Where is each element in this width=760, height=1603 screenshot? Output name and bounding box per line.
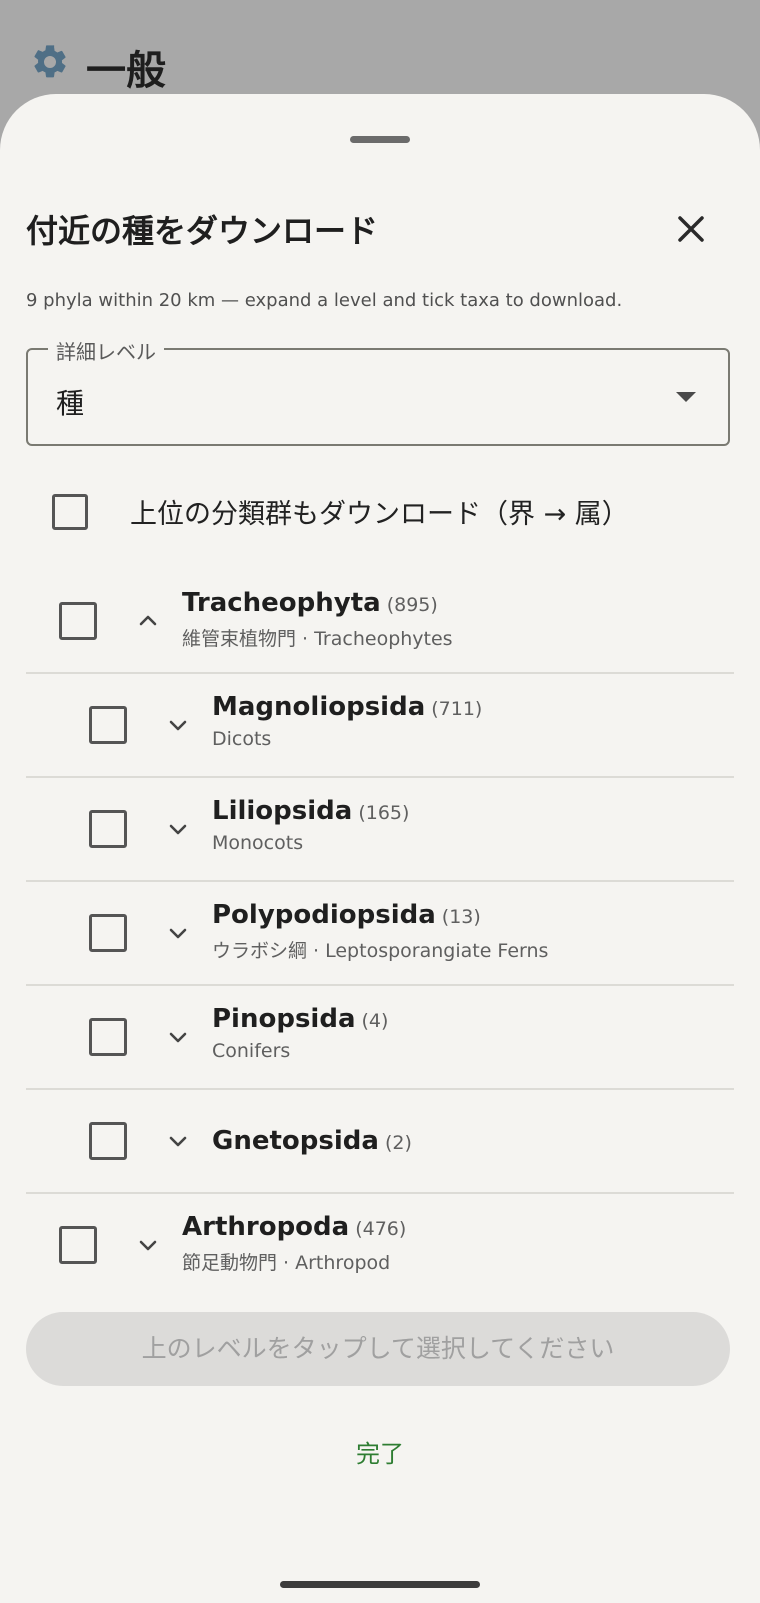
chevron-down-icon[interactable] bbox=[165, 920, 191, 946]
done-button[interactable]: 完了 bbox=[280, 1424, 480, 1484]
taxon-common-name: 維管束植物門 · Tracheophytes bbox=[182, 628, 453, 650]
chevron-down-icon[interactable] bbox=[165, 712, 191, 738]
chevron-down-icon[interactable] bbox=[165, 816, 191, 842]
taxon-row[interactable]: Arthropoda (476) 節足動物門 · Arthropod bbox=[0, 1194, 760, 1298]
taxon-checkbox[interactable] bbox=[89, 1122, 127, 1160]
chevron-down-icon[interactable] bbox=[135, 1232, 161, 1258]
taxon-name: Arthropoda bbox=[182, 1212, 350, 1242]
gear-icon bbox=[34, 45, 66, 78]
include-higher-taxa-checkbox[interactable] bbox=[52, 494, 88, 530]
sheet-title: 付近の種をダウンロード bbox=[26, 212, 379, 250]
taxon-name: Polypodiopsida bbox=[212, 900, 436, 930]
taxon-name-line: Tracheophyta (895) bbox=[182, 588, 438, 618]
chevron-down-icon[interactable] bbox=[165, 1128, 191, 1154]
drag-handle[interactable] bbox=[350, 136, 410, 143]
taxon-common-name: ウラボシ綱 · Leptosporangiate Ferns bbox=[212, 940, 549, 962]
taxon-checkbox[interactable] bbox=[89, 1018, 127, 1056]
detail-level-value: 種 bbox=[56, 387, 85, 420]
taxon-name-line: Gnetopsida (2) bbox=[212, 1126, 412, 1156]
taxon-count: (711) bbox=[431, 698, 483, 720]
taxon-name-line: Magnoliopsida (711) bbox=[212, 692, 482, 722]
taxon-name: Magnoliopsida bbox=[212, 692, 426, 722]
detail-level-select[interactable]: 詳細レベル 種 bbox=[26, 336, 730, 446]
select-level-button[interactable]: 上のレベルをタップして選択してください bbox=[26, 1312, 730, 1386]
taxon-count: (165) bbox=[358, 802, 410, 824]
taxon-name-line: Arthropoda (476) bbox=[182, 1212, 406, 1242]
taxon-count: (2) bbox=[384, 1132, 412, 1154]
background-page-title: 一般 bbox=[86, 48, 166, 94]
taxon-row[interactable]: Magnoliopsida (711) Dicots bbox=[0, 674, 760, 778]
taxon-checkbox[interactable] bbox=[59, 602, 97, 640]
include-higher-taxa-row[interactable]: 上位の分類群もダウンロード（界 → 属） bbox=[26, 474, 730, 546]
taxon-row[interactable]: Gnetopsida (2) bbox=[0, 1090, 760, 1194]
home-indicator bbox=[280, 1581, 480, 1588]
close-icon bbox=[678, 216, 704, 242]
taxon-row[interactable]: Tracheophyta (895) 維管束植物門 · Tracheophytes bbox=[0, 570, 760, 674]
chevron-down-icon[interactable] bbox=[165, 1024, 191, 1050]
taxon-common-name: Dicots bbox=[212, 728, 272, 750]
taxon-name: Gnetopsida bbox=[212, 1126, 379, 1156]
summary-text: 9 phyla within 20 km — expand a level an… bbox=[26, 290, 623, 311]
taxon-name-line: Pinopsida (4) bbox=[212, 1004, 388, 1034]
taxon-count: (895) bbox=[386, 594, 438, 616]
taxon-name: Liliopsida bbox=[212, 796, 353, 826]
taxon-common-name: Conifers bbox=[212, 1040, 291, 1062]
chevron-up-icon[interactable] bbox=[135, 608, 161, 634]
detail-level-label: 詳細レベル bbox=[48, 336, 164, 365]
taxon-row[interactable]: Liliopsida (165) Monocots bbox=[0, 778, 760, 882]
taxon-count: (476) bbox=[355, 1218, 407, 1240]
dropdown-arrow-icon bbox=[676, 392, 696, 402]
taxon-row[interactable]: Pinopsida (4) Conifers bbox=[0, 986, 760, 1090]
include-higher-taxa-label: 上位の分類群もダウンロード（界 → 属） bbox=[130, 499, 629, 530]
taxon-name: Pinopsida bbox=[212, 1004, 356, 1034]
taxon-name-line: Liliopsida (165) bbox=[212, 796, 409, 826]
download-bottom-sheet: 付近の種をダウンロード 9 phyla within 20 km — expan… bbox=[0, 94, 760, 1603]
taxon-count: (4) bbox=[361, 1010, 389, 1032]
taxon-name-line: Polypodiopsida (13) bbox=[212, 900, 481, 930]
taxon-count: (13) bbox=[441, 906, 481, 928]
taxon-checkbox[interactable] bbox=[89, 706, 127, 744]
taxon-common-name: Monocots bbox=[212, 832, 304, 854]
taxon-checkbox[interactable] bbox=[59, 1226, 97, 1264]
taxon-row[interactable]: Polypodiopsida (13) ウラボシ綱 · Leptosporangia… bbox=[0, 882, 760, 986]
taxon-checkbox[interactable] bbox=[89, 914, 127, 952]
taxon-common-name: 節足動物門 · Arthropod bbox=[182, 1252, 391, 1274]
taxon-checkbox[interactable] bbox=[89, 810, 127, 848]
taxon-name: Tracheophyta bbox=[182, 588, 381, 618]
close-button[interactable] bbox=[664, 202, 718, 256]
taxa-list: Tracheophyta (895) 維管束植物門 · Tracheophytes M… bbox=[0, 570, 760, 1298]
